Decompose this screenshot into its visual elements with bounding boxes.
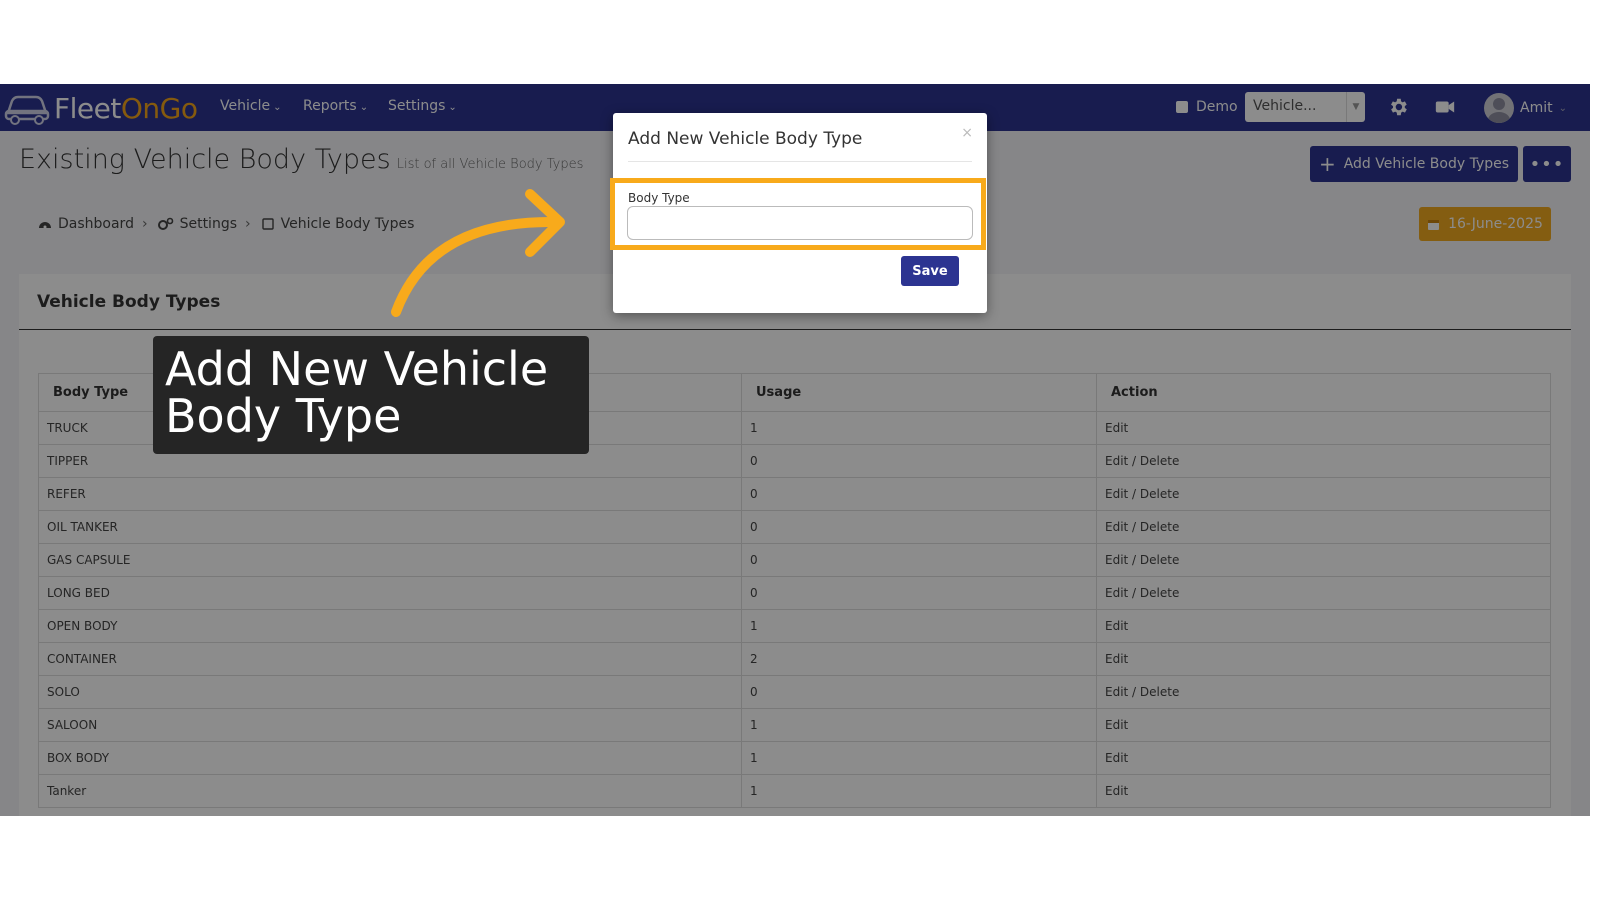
input-highlight (610, 178, 986, 250)
modal-divider (628, 161, 972, 162)
save-button[interactable]: Save (901, 256, 959, 286)
tutorial-callout: Add New Vehicle Body Type (153, 336, 589, 454)
curved-arrow-icon (391, 189, 565, 317)
app-window: FleetOnGo Vehicle ⌄ Reports ⌄ Settings ⌄ De… (0, 84, 1590, 816)
modal-title: Add New Vehicle Body Type (628, 129, 863, 149)
close-icon[interactable]: × (961, 125, 973, 141)
